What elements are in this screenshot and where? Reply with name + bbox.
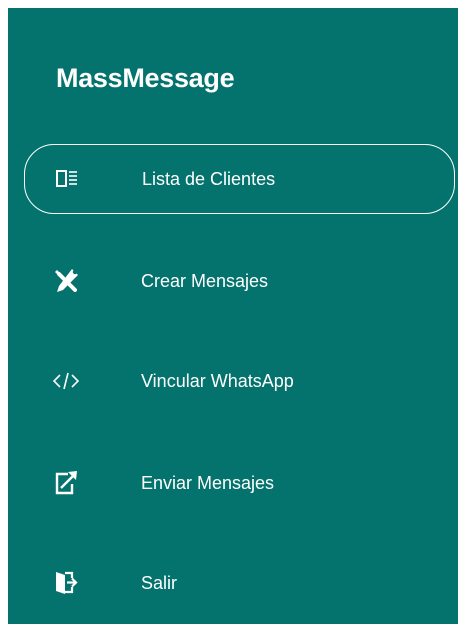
tools-icon	[52, 267, 80, 295]
code-icon	[52, 367, 80, 395]
app-title: MassMessage	[56, 63, 235, 93]
sidebar: MassMessage Lista de Clientes Crear Mens…	[8, 8, 458, 624]
sidebar-item-lista-de-clientes[interactable]: Lista de Clientes	[24, 144, 455, 214]
sidebar-item-salir[interactable]: Salir	[24, 548, 455, 618]
send-edit-icon	[52, 469, 80, 497]
logout-icon	[52, 569, 80, 597]
sidebar-item-label: Salir	[141, 572, 178, 593]
sidebar-item-label: Vincular WhatsApp	[141, 370, 294, 391]
sidebar-item-enviar-mensajes[interactable]: Enviar Mensajes	[24, 448, 455, 518]
sidebar-item-crear-mensajes[interactable]: Crear Mensajes	[24, 246, 455, 316]
sidebar-item-label: Enviar Mensajes	[141, 472, 275, 493]
sidebar-item-vincular-whatsapp[interactable]: Vincular WhatsApp	[24, 346, 455, 416]
sidebar-item-label: Lista de Clientes	[142, 168, 276, 189]
list-icon	[53, 165, 81, 193]
sidebar-item-label: Crear Mensajes	[141, 270, 269, 291]
